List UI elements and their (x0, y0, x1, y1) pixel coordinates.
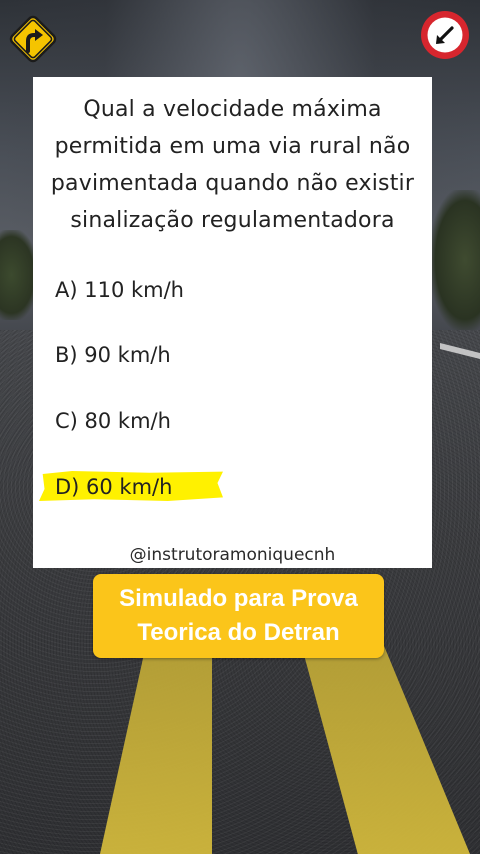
banner-line-1: Simulado para Prova (119, 585, 358, 612)
no-turn-arrow-prohibition-sign-icon (419, 9, 471, 61)
option-a[interactable]: A) 110 km/h (55, 278, 184, 302)
question-line: Qual a velocidade máxima (83, 97, 382, 122)
question-line: pavimentada quando não existir (50, 171, 415, 196)
question-line: permitida em uma via rural não (54, 134, 411, 159)
option-b[interactable]: B) 90 km/h (55, 343, 171, 367)
banner-line-2: Teorica do Detran (137, 619, 340, 646)
curve-right-warning-sign-icon (8, 14, 58, 64)
creator-handle: @instrutoramoniquecnh (129, 545, 336, 565)
option-d-correct[interactable]: D) 60 km/h (55, 475, 172, 499)
question-line: sinalização regulamentadora (70, 208, 395, 233)
question-text: Qual a velocidade máxima permitida em um… (33, 91, 432, 239)
question-card: Qual a velocidade máxima permitida em um… (33, 77, 432, 568)
background-tree-right (430, 190, 480, 330)
option-c[interactable]: C) 80 km/h (55, 409, 171, 433)
title-banner: Simulado para Prova Teorica do Detran (93, 574, 384, 658)
